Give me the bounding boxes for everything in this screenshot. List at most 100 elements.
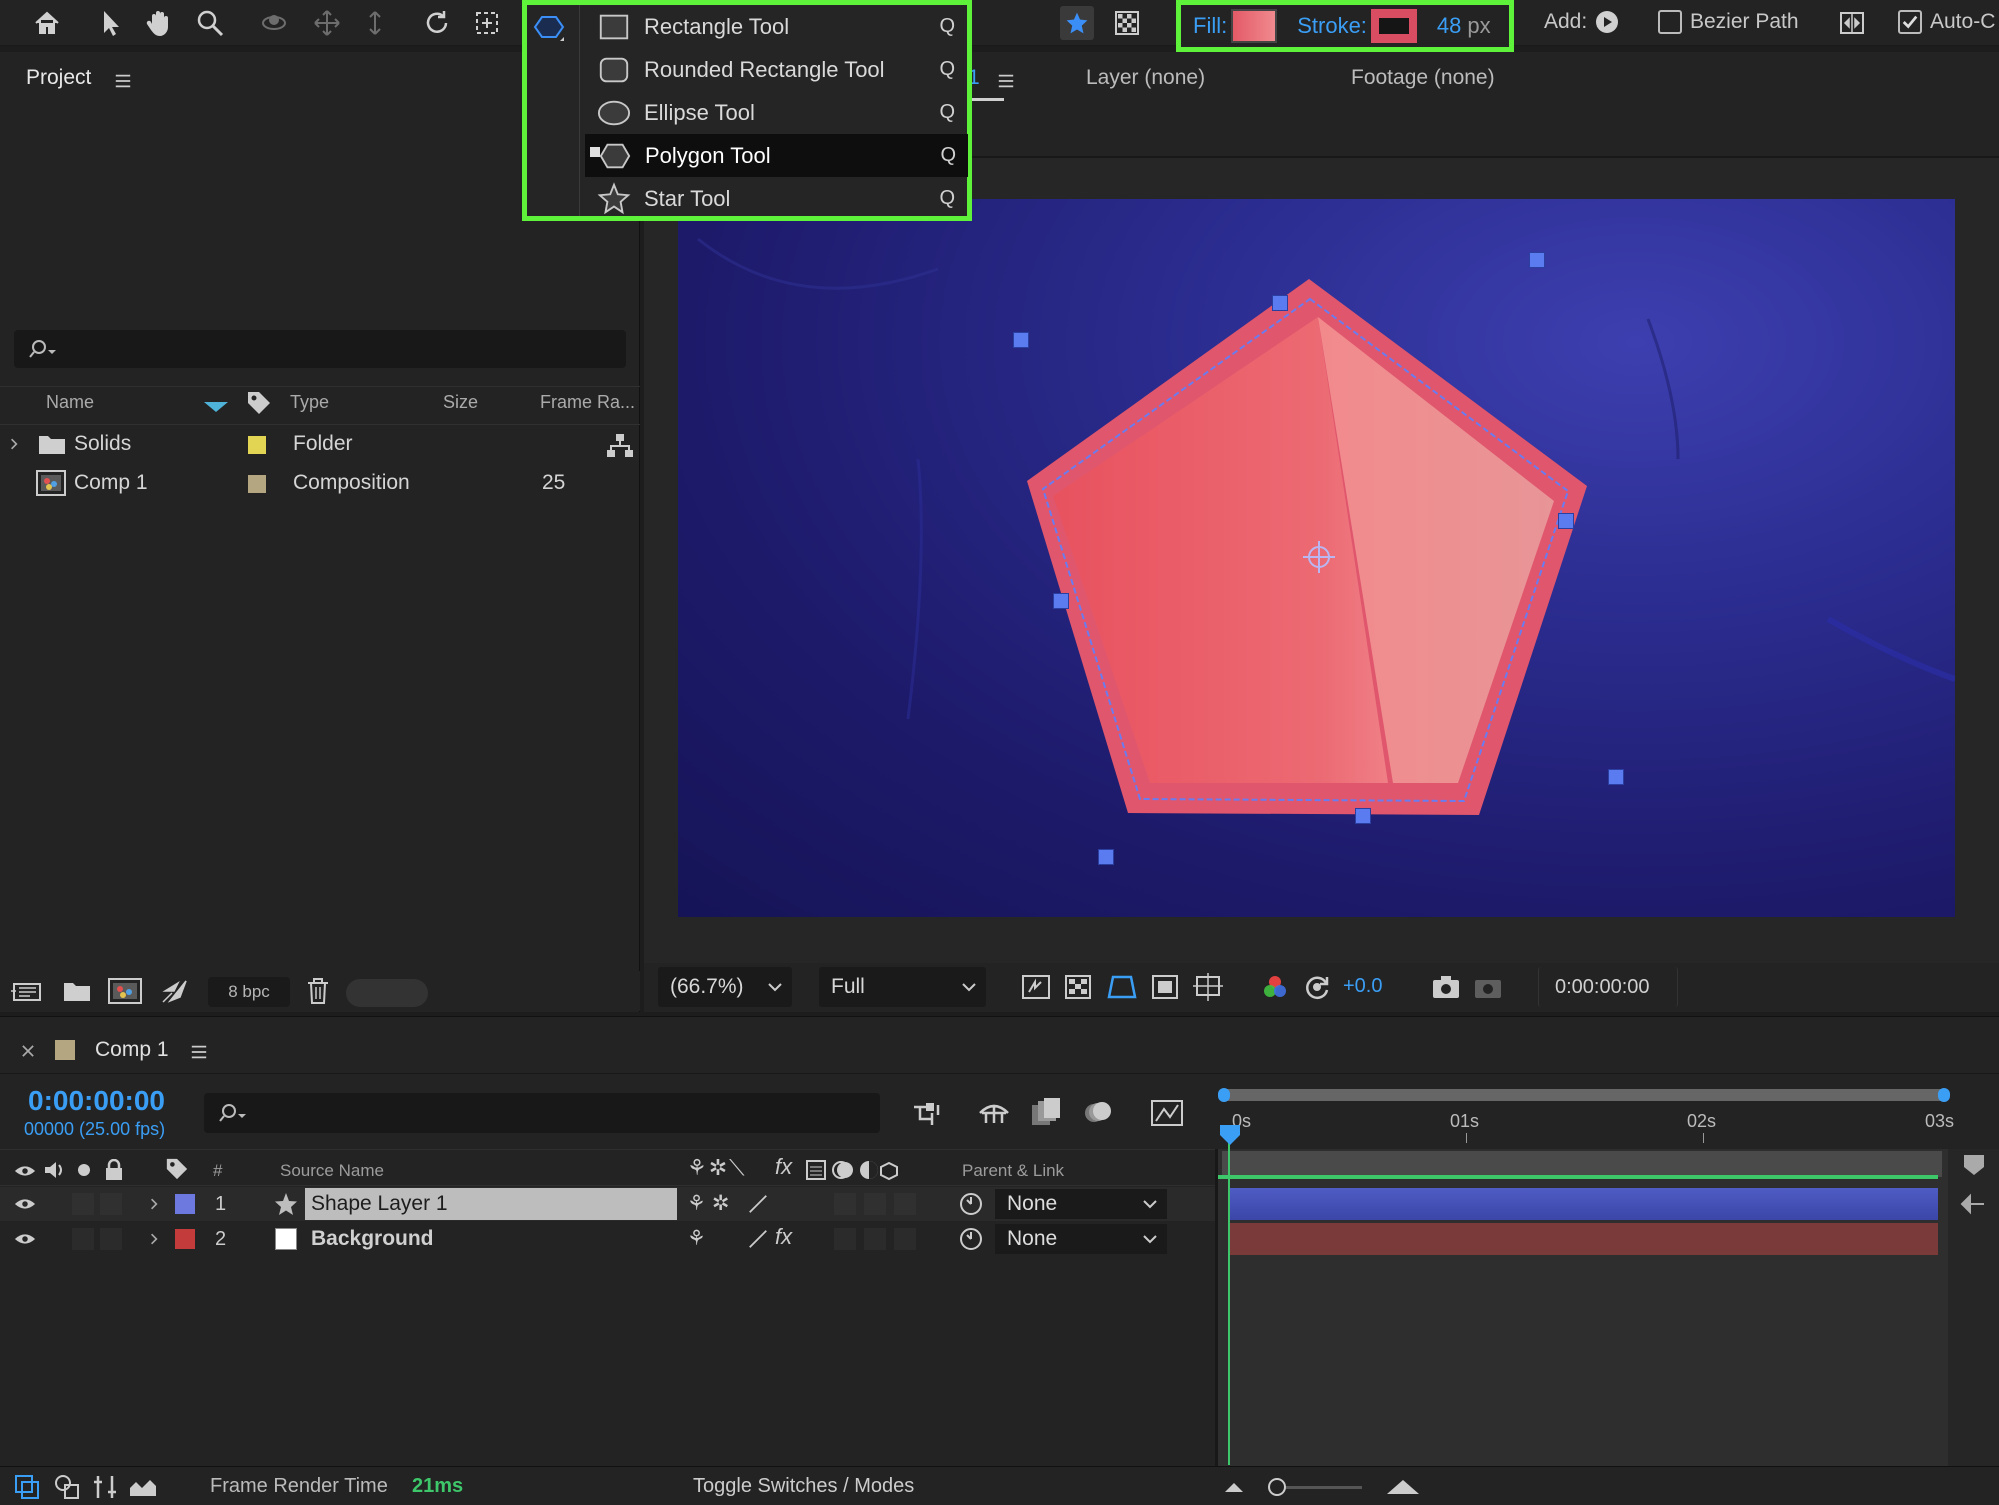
layer-row-background[interactable]: 2 Background ⚘ fx None	[0, 1222, 1215, 1256]
menu-item-polygon-tool[interactable]: Polygon Tool Q	[585, 134, 968, 177]
layer-row-shape-layer-1[interactable]: 1 Shape Layer 1 ⚘✲ None	[0, 1187, 1215, 1221]
snapshot-camera-icon[interactable]	[1431, 974, 1461, 1000]
interpret-footage-icon[interactable]	[10, 979, 44, 1005]
eye-icon[interactable]	[14, 1196, 36, 1212]
bounding-box-handle[interactable]	[1013, 332, 1029, 348]
auto-open-checkbox[interactable]: Auto-C	[1898, 10, 1995, 34]
zoom-tool-icon[interactable]	[191, 4, 229, 42]
label-color-swatch[interactable]	[248, 475, 266, 493]
menu-item-ellipse-tool[interactable]: Ellipse Tool Q	[584, 91, 967, 134]
new-folder-icon[interactable]	[63, 980, 91, 1002]
region-of-interest-icon[interactable]	[1151, 974, 1179, 1000]
column-header-parent-link[interactable]: Parent & Link	[962, 1161, 1064, 1181]
grid-guide-icon[interactable]	[1193, 973, 1223, 1001]
current-time-indicator[interactable]	[1228, 1135, 1230, 1465]
label-color-swatch[interactable]	[248, 436, 266, 454]
column-header-frame-rate[interactable]: Frame Ra...	[540, 392, 635, 413]
parent-dropdown[interactable]: None	[995, 1189, 1167, 1219]
background-layer-duration-bar[interactable]	[1230, 1223, 1938, 1255]
exposure-value[interactable]: +0.0	[1343, 975, 1382, 998]
frame-blending-icon[interactable]	[1030, 1097, 1062, 1127]
stroke-width-value[interactable]: 48	[1437, 13, 1461, 39]
viewer-menu-icon[interactable]	[997, 72, 1015, 90]
star-toggle-icon[interactable]	[1058, 4, 1096, 42]
label-tag-icon[interactable]	[246, 390, 272, 416]
expand-chevron-icon[interactable]	[150, 1232, 158, 1246]
add-menu[interactable]: Add:	[1544, 10, 1619, 34]
fill-label[interactable]: Fill:	[1193, 13, 1227, 39]
layer-viewer-tab[interactable]: Layer (none)	[1086, 66, 1205, 90]
fill-swatch[interactable]	[1231, 9, 1278, 43]
bounding-box-handle[interactable]	[1608, 769, 1624, 785]
path-vertex-handle[interactable]	[1558, 513, 1574, 529]
work-area-range[interactable]	[1222, 1151, 1942, 1177]
eye-icon[interactable]	[14, 1231, 36, 1247]
reset-exposure-icon[interactable]	[1303, 973, 1331, 1001]
resolution-dropdown[interactable]: Full	[819, 967, 986, 1007]
new-composition-icon[interactable]	[108, 978, 142, 1004]
orbit-camera-icon[interactable]	[255, 4, 293, 42]
magnification-dropdown[interactable]: (66.7%)	[658, 967, 792, 1007]
sort-arrow-icon[interactable]	[204, 400, 228, 412]
draft-3d-icon[interactable]	[976, 1099, 1012, 1127]
expand-chevron-icon[interactable]	[10, 437, 18, 451]
scroll-pill[interactable]	[346, 979, 428, 1007]
home-icon[interactable]	[28, 4, 66, 42]
polygon-tool-button[interactable]	[533, 9, 565, 45]
timeline-tab-title[interactable]: Comp 1	[95, 1038, 169, 1062]
column-header-name[interactable]: Name	[46, 392, 94, 413]
pick-whip-icon[interactable]	[958, 1226, 984, 1252]
bezier-path-checkbox[interactable]: Bezier Path	[1658, 10, 1799, 34]
render-queue-icon[interactable]	[160, 977, 190, 1005]
current-time-timecode[interactable]: 0:00:00:00	[28, 1085, 165, 1117]
project-search-input[interactable]	[14, 330, 626, 368]
shape-layer-duration-bar[interactable]	[1230, 1188, 1938, 1220]
path-vertex-handle[interactable]	[1272, 295, 1288, 311]
parent-dropdown[interactable]: None	[995, 1224, 1167, 1254]
panel-menu-icon[interactable]	[114, 72, 132, 90]
stroke-swatch[interactable]	[1370, 9, 1417, 43]
project-item-comp-1[interactable]: Comp 1 Composition 25	[0, 464, 605, 502]
toggle-switches-modes-button[interactable]: Toggle Switches / Modes	[693, 1475, 914, 1498]
layer-switch-icons[interactable]: ⚘✲	[687, 1191, 735, 1216]
bit-depth-button[interactable]: 8 bpc	[208, 977, 290, 1007]
motion-blur-icon[interactable]	[1082, 1097, 1114, 1127]
layer-switches-icon[interactable]	[14, 1474, 40, 1500]
graph-editor-icon[interactable]	[1150, 1097, 1184, 1127]
work-area-start-handle[interactable]	[1218, 1088, 1230, 1102]
quality-switch-icon[interactable]	[747, 1193, 769, 1215]
pan-camera-icon[interactable]	[308, 4, 346, 42]
transparency-grid-icon[interactable]	[1108, 4, 1146, 42]
layer-name-field[interactable]: Shape Layer 1	[305, 1188, 677, 1220]
pan-behind-icon[interactable]	[468, 4, 506, 42]
footage-viewer-tab[interactable]: Footage (none)	[1351, 66, 1495, 90]
zoom-out-mountain-icon[interactable]	[1224, 1481, 1244, 1493]
expand-chevron-icon[interactable]	[150, 1197, 158, 1211]
column-header-size[interactable]: Size	[443, 392, 478, 413]
fast-preview-icon[interactable]	[1021, 974, 1051, 1000]
current-time-display[interactable]: 0:00:00:00	[1538, 967, 1678, 1007]
path-vertex-handle[interactable]	[1053, 593, 1069, 609]
timeline-search-input[interactable]	[204, 1093, 880, 1133]
layer-label-color[interactable]	[175, 1229, 195, 1249]
layer-marker-icon[interactable]	[1958, 1191, 1986, 1217]
quality-switch-icon[interactable]	[747, 1228, 769, 1250]
shy-switch-icon[interactable]: ⚘	[687, 1226, 706, 1251]
dolly-camera-icon[interactable]	[356, 4, 394, 42]
pick-whip-icon[interactable]	[958, 1191, 984, 1217]
channel-icon[interactable]	[1261, 973, 1289, 1001]
comp-marker-icon[interactable]	[1962, 1153, 1986, 1177]
composition-canvas[interactable]	[678, 199, 1955, 917]
menu-item-rectangle-tool[interactable]: Rectangle Tool Q	[584, 5, 967, 48]
column-header-source-name[interactable]: Source Name	[280, 1161, 384, 1181]
show-snapshot-icon[interactable]	[1473, 974, 1503, 1000]
trash-icon[interactable]	[306, 977, 330, 1005]
column-header-type[interactable]: Type	[290, 392, 329, 413]
effects-switch-icon[interactable]: fx	[775, 1224, 792, 1250]
render-time-icon[interactable]	[128, 1474, 158, 1500]
in-out-columns-icon[interactable]	[92, 1474, 118, 1500]
bounding-box-handle[interactable]	[1529, 252, 1545, 268]
timeline-menu-icon[interactable]	[190, 1043, 208, 1061]
project-item-solids[interactable]: Solids Folder	[0, 425, 640, 463]
bezier-checkbox-box[interactable]	[1658, 10, 1682, 34]
